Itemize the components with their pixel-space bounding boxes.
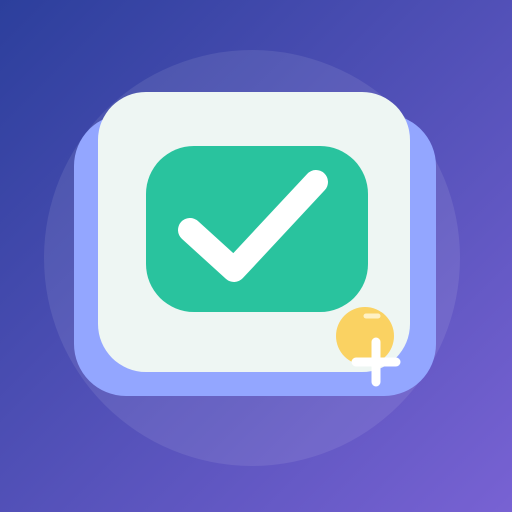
app-icon-graphic: [0, 0, 512, 512]
app-icon: [0, 0, 512, 512]
